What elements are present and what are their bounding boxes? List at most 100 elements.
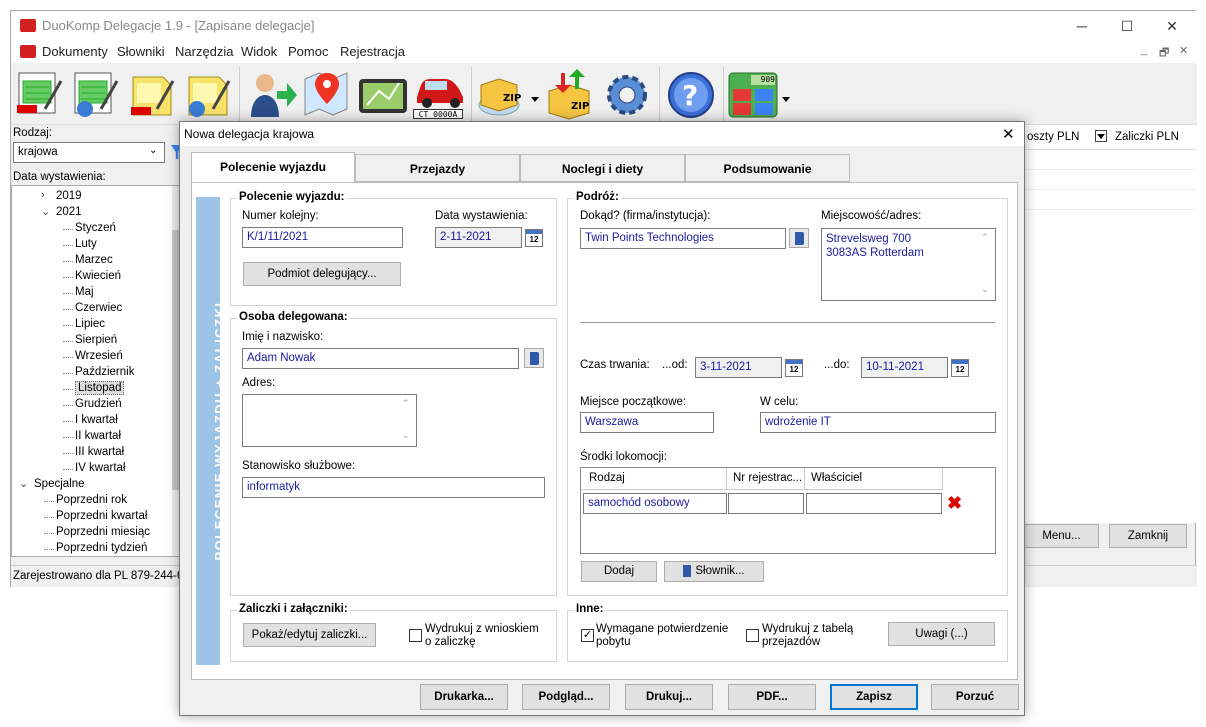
tree-toggle-icon[interactable]: ⌄ xyxy=(41,205,50,218)
tree-item[interactable]: Lipiec xyxy=(63,318,105,330)
stanowisko-field[interactable]: informatyk xyxy=(242,477,545,498)
gps-icon[interactable] xyxy=(357,69,409,121)
slownik-button[interactable]: Słownik... xyxy=(664,561,764,582)
poczatkowe-field[interactable]: Warszawa xyxy=(580,412,714,433)
tab-przejazdy[interactable]: Przejazdy xyxy=(355,154,520,182)
mdi-close-button[interactable]: ✕ xyxy=(1179,44,1188,57)
order-yellow-icon[interactable] xyxy=(127,69,179,121)
tree-item[interactable]: Październik xyxy=(63,366,134,378)
minimize-button[interactable]: ─ xyxy=(1059,11,1105,41)
tree-item[interactable]: Poprzedni miesiąc xyxy=(44,526,150,538)
uwagi-button[interactable]: Uwagi (...) xyxy=(888,622,995,646)
dictionary-book-icon[interactable] xyxy=(524,348,544,368)
row-wlasciciel-cell[interactable] xyxy=(806,493,942,514)
tree-toggle-icon[interactable]: ⌄ xyxy=(19,477,28,490)
scroll-up-icon[interactable]: ⌃ xyxy=(402,398,410,409)
dialog-close-button[interactable]: ✕ xyxy=(1002,125,1015,143)
tree-item[interactable]: II kwartał xyxy=(63,430,121,442)
new-order-foreign-icon[interactable] xyxy=(71,69,123,121)
row-rodzaj-cell[interactable]: samochód osobowy xyxy=(583,493,727,514)
col-header-costs[interactable]: oszty PLN xyxy=(1027,131,1079,143)
tree-item[interactable]: Listopad xyxy=(63,381,125,395)
close-button[interactable]: ✕ xyxy=(1149,11,1195,41)
tree-item[interactable]: IV kwartał xyxy=(63,462,126,474)
map-route-icon[interactable] xyxy=(301,69,353,121)
dokad-field[interactable]: Twin Points Technologies xyxy=(580,228,786,249)
menu-pomoc[interactable]: Pomoc xyxy=(288,44,328,59)
person-icon[interactable] xyxy=(247,69,299,121)
adres-field[interactable] xyxy=(242,394,417,447)
scroll-up-icon[interactable]: ⌃ xyxy=(981,232,989,243)
archive-zip-icon[interactable]: ZIP xyxy=(543,69,595,121)
tree-item[interactable]: Grudzień xyxy=(63,398,122,410)
archive-cloud-icon[interactable]: ZIP xyxy=(477,69,529,121)
tree-item[interactable]: Poprzedni rok xyxy=(44,494,127,506)
tree-item[interactable]: I kwartał xyxy=(63,414,118,426)
col-header-advances[interactable]: Zaliczki PLN xyxy=(1115,131,1179,143)
mdi-minimize-button[interactable]: _ xyxy=(1141,44,1147,56)
mdi-restore-button[interactable]: 🗗 xyxy=(1159,44,1169,63)
podmiot-button[interactable]: Podmiot delegujący... xyxy=(243,262,401,286)
menu-rejestracja[interactable]: Rejestracja xyxy=(340,44,405,59)
zapisz-button[interactable]: Zapisz xyxy=(830,684,918,710)
podglad-button[interactable]: Podgląd... xyxy=(522,684,610,710)
menu-dokumenty[interactable]: Dokumenty xyxy=(42,44,108,59)
wydruk-wniosek-checkbox[interactable] xyxy=(409,629,422,642)
tree-item[interactable]: ⌄ Specjalne xyxy=(19,478,85,490)
tree-item[interactable]: Czerwiec xyxy=(63,302,122,314)
menu-narzedzia[interactable]: Narzędzia xyxy=(175,44,234,59)
tree-item[interactable]: Sierpień xyxy=(63,334,117,346)
settings-gear-icon[interactable] xyxy=(601,69,653,121)
tree-item[interactable]: ⌄ 2021 xyxy=(41,206,82,218)
col-header-nr[interactable]: Nr rejestrac... xyxy=(727,468,805,490)
dodaj-button[interactable]: Dodaj xyxy=(581,561,657,582)
tab-noclegi[interactable]: Noclegi i diety xyxy=(520,154,685,182)
tabela-checkbox[interactable] xyxy=(746,629,759,642)
od-field[interactable]: 3-11-2021 xyxy=(695,357,782,378)
new-order-icon[interactable] xyxy=(15,69,67,121)
col-header-wlasciciel[interactable]: Właściciel xyxy=(805,468,943,490)
delete-row-icon[interactable]: ✖ xyxy=(947,493,962,514)
tree-item[interactable]: III kwartał xyxy=(63,446,124,458)
do-field[interactable]: 10-11-2021 xyxy=(861,357,948,378)
drukuj-button[interactable]: Drukuj... xyxy=(625,684,713,710)
tree-item[interactable]: Styczeń xyxy=(63,222,116,234)
car-icon[interactable]: CT 0000A xyxy=(411,69,467,121)
calendar-icon[interactable]: 12 xyxy=(525,229,543,247)
order-yellow-foreign-icon[interactable] xyxy=(183,69,235,121)
menu-widok[interactable]: Widok xyxy=(241,44,277,59)
drukarka-button[interactable]: Drukarka... xyxy=(420,684,508,710)
sort-arrow-icon[interactable] xyxy=(1095,130,1107,142)
menu-button[interactable]: Menu... xyxy=(1024,524,1099,548)
tab-polecenie[interactable]: Polecenie wyjazdu xyxy=(191,152,355,184)
dictionary-book-icon[interactable] xyxy=(789,228,809,248)
calculator-icon[interactable]: 909 xyxy=(727,69,779,121)
scroll-down-icon[interactable]: ⌄ xyxy=(402,430,410,441)
tree-item[interactable]: › 2019 xyxy=(41,189,82,202)
porzuc-button[interactable]: Porzuć xyxy=(931,684,1019,710)
pdf-button[interactable]: PDF... xyxy=(728,684,816,710)
pokaz-zaliczki-button[interactable]: Pokaż/edytuj zaliczki... xyxy=(243,623,376,647)
menu-slowniki[interactable]: Słowniki xyxy=(117,44,165,59)
rodzaj-select[interactable]: krajowa xyxy=(13,142,165,163)
dropdown-arrow-icon[interactable] xyxy=(531,97,539,102)
zamknij-button[interactable]: Zamknij xyxy=(1109,524,1187,548)
help-icon[interactable]: ? xyxy=(665,69,717,121)
tab-podsumowanie[interactable]: Podsumowanie xyxy=(685,154,850,182)
imie-field[interactable]: Adam Nowak xyxy=(242,348,519,369)
nr-field[interactable]: K/1/11/2021 xyxy=(242,227,403,248)
tree-item[interactable]: Poprzedni kwartał xyxy=(44,510,147,522)
tree-toggle-icon[interactable]: › xyxy=(41,189,45,201)
miejscowosc-field[interactable]: Strevelsweg 700 3083AS Rotterdam xyxy=(821,228,996,301)
cel-field[interactable]: wdrożenie IT xyxy=(760,412,996,433)
dropdown-arrow-icon[interactable] xyxy=(782,97,790,102)
calendar-icon[interactable]: 12 xyxy=(785,359,803,377)
tree-item[interactable]: Maj xyxy=(63,286,94,298)
maximize-button[interactable]: ☐ xyxy=(1104,11,1150,41)
data-field[interactable]: 2-11-2021 xyxy=(435,227,522,248)
wymagane-checkbox[interactable]: ✓ xyxy=(581,629,594,642)
calendar-icon[interactable]: 12 xyxy=(951,359,969,377)
tree-item[interactable]: Wrzesień xyxy=(63,350,123,362)
tree-item[interactable]: Kwiecień xyxy=(63,270,121,282)
tree-item[interactable]: Marzec xyxy=(63,254,113,266)
